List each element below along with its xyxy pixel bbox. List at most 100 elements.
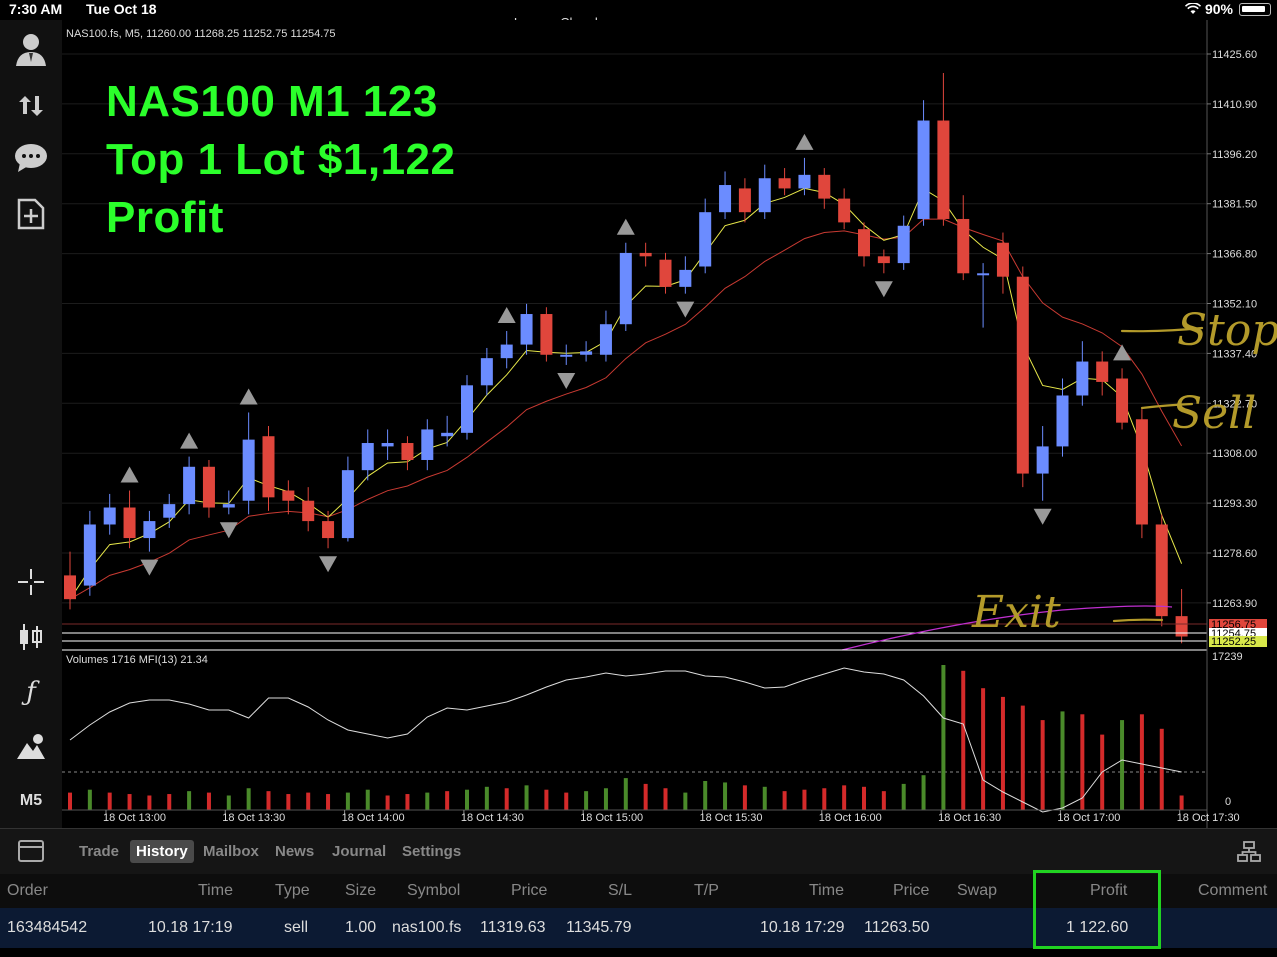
col-open-time[interactable]: Time [198, 882, 233, 900]
volume-bar [1060, 711, 1065, 810]
exit-annotation: Exit [971, 587, 1061, 638]
candle-body [103, 507, 116, 525]
volume-bar [266, 791, 271, 810]
candle-body [659, 259, 672, 287]
col-sl[interactable]: S/L [608, 882, 632, 900]
time-label: 18 Oct 14:30 [461, 812, 524, 824]
candle-body [858, 229, 870, 257]
price-label: 11278.60 [1212, 548, 1257, 560]
candle-body [996, 242, 1009, 277]
volume-bar [623, 778, 628, 810]
candle-body [401, 443, 414, 460]
volume-bar [782, 791, 787, 810]
candle-body [381, 443, 394, 447]
candle-body [540, 314, 553, 355]
volume-bar [286, 794, 291, 810]
volume-info: Volumes 1716 MFI(13) 21.34 [66, 654, 208, 666]
candle [619, 242, 632, 331]
price-tag: 11252.25 [1211, 636, 1256, 648]
new-order-icon[interactable] [11, 194, 51, 234]
col-close-time[interactable]: Time [809, 882, 844, 900]
candle-body [937, 120, 950, 219]
candle-body [719, 185, 732, 213]
price-label: 11366.80 [1212, 249, 1257, 261]
order-symbol: nas100.fs [392, 919, 462, 936]
volume-max-label: 17239 [1212, 651, 1243, 663]
crosshair-icon[interactable] [11, 562, 51, 602]
transfer-icon[interactable] [11, 84, 51, 124]
volume-bar [742, 785, 747, 810]
col-size[interactable]: Size [345, 882, 376, 900]
tab-settings[interactable]: Settings [402, 843, 461, 860]
sell-annotation: Sell [1172, 388, 1256, 439]
col-open-price[interactable]: Price [511, 882, 547, 900]
volume-bar [306, 792, 311, 810]
candle-body [560, 354, 573, 357]
indicators-icon[interactable]: ƒ [11, 672, 51, 712]
candle-body [163, 504, 176, 518]
volume-bar [961, 670, 966, 810]
col-type[interactable]: Type [275, 882, 310, 900]
volume-bar [405, 794, 410, 810]
candle-body [262, 436, 275, 498]
network-icon[interactable] [1237, 841, 1261, 863]
volume-bar [345, 792, 350, 810]
candle-body [480, 358, 493, 386]
col-swap[interactable]: Swap [957, 882, 997, 900]
candle-body [957, 218, 970, 274]
candle-body [778, 178, 791, 189]
candle-body [183, 466, 196, 505]
volume-bar [226, 795, 231, 810]
volume-bar [68, 792, 72, 810]
objects-icon[interactable] [11, 727, 51, 767]
volume-bar [484, 786, 489, 810]
volume-bar [524, 785, 529, 810]
candle [540, 307, 553, 362]
volume-bar [425, 792, 430, 810]
caption-line-2: Top 1 Lot $1,122 [106, 135, 456, 184]
candle-body [679, 269, 692, 287]
tab-journal[interactable]: Journal [332, 843, 386, 860]
tab-mailbox[interactable]: Mailbox [203, 843, 259, 860]
tab-trade[interactable]: Trade [79, 843, 119, 860]
candle-body [619, 252, 632, 325]
col-tp[interactable]: T/P [694, 882, 719, 900]
volume-bar [723, 782, 728, 810]
volume-bar [1179, 795, 1184, 810]
candle-body [818, 174, 831, 199]
candle-body [897, 225, 910, 264]
order-type: sell [284, 919, 309, 936]
candle-body [1076, 361, 1089, 396]
account-icon[interactable] [11, 30, 51, 70]
volume-min-label: 0 [1225, 796, 1231, 808]
volume-bar [544, 789, 549, 810]
tab-news[interactable]: News [275, 843, 314, 860]
candle-body [1135, 419, 1148, 525]
volume-bar [921, 775, 926, 810]
candle-body [798, 174, 811, 189]
candle-body [520, 314, 533, 345]
col-order[interactable]: Order [7, 882, 48, 900]
col-close-price[interactable]: Price [893, 882, 929, 900]
battery-icon [1239, 3, 1271, 16]
tab-history[interactable]: History [130, 840, 194, 863]
candle-body [838, 198, 851, 223]
candle-body [1036, 446, 1049, 474]
candle-body [977, 273, 990, 276]
chat-icon[interactable] [11, 138, 51, 178]
price-label: 11425.60 [1212, 49, 1257, 61]
volume-bar [762, 786, 767, 810]
status-bar: 7:30 AM Tue Oct 18 Lennox Chambers 90% [0, 0, 1277, 30]
candle-body [1116, 378, 1129, 423]
candle-body [282, 490, 295, 501]
col-symbol[interactable]: Symbol [407, 882, 460, 900]
chart-type-icon[interactable] [11, 617, 51, 657]
candle-body [877, 256, 890, 264]
volume-bar [206, 792, 211, 810]
candle-body [322, 521, 335, 539]
col-comment[interactable]: Comment [1198, 882, 1267, 900]
timeframe-button[interactable]: M5 [11, 792, 51, 810]
terminal-tabs: Trade History Mailbox News Journal Setti… [0, 828, 1277, 875]
calendar-icon[interactable] [18, 840, 44, 862]
stop-annotation: Stop [1177, 305, 1277, 356]
